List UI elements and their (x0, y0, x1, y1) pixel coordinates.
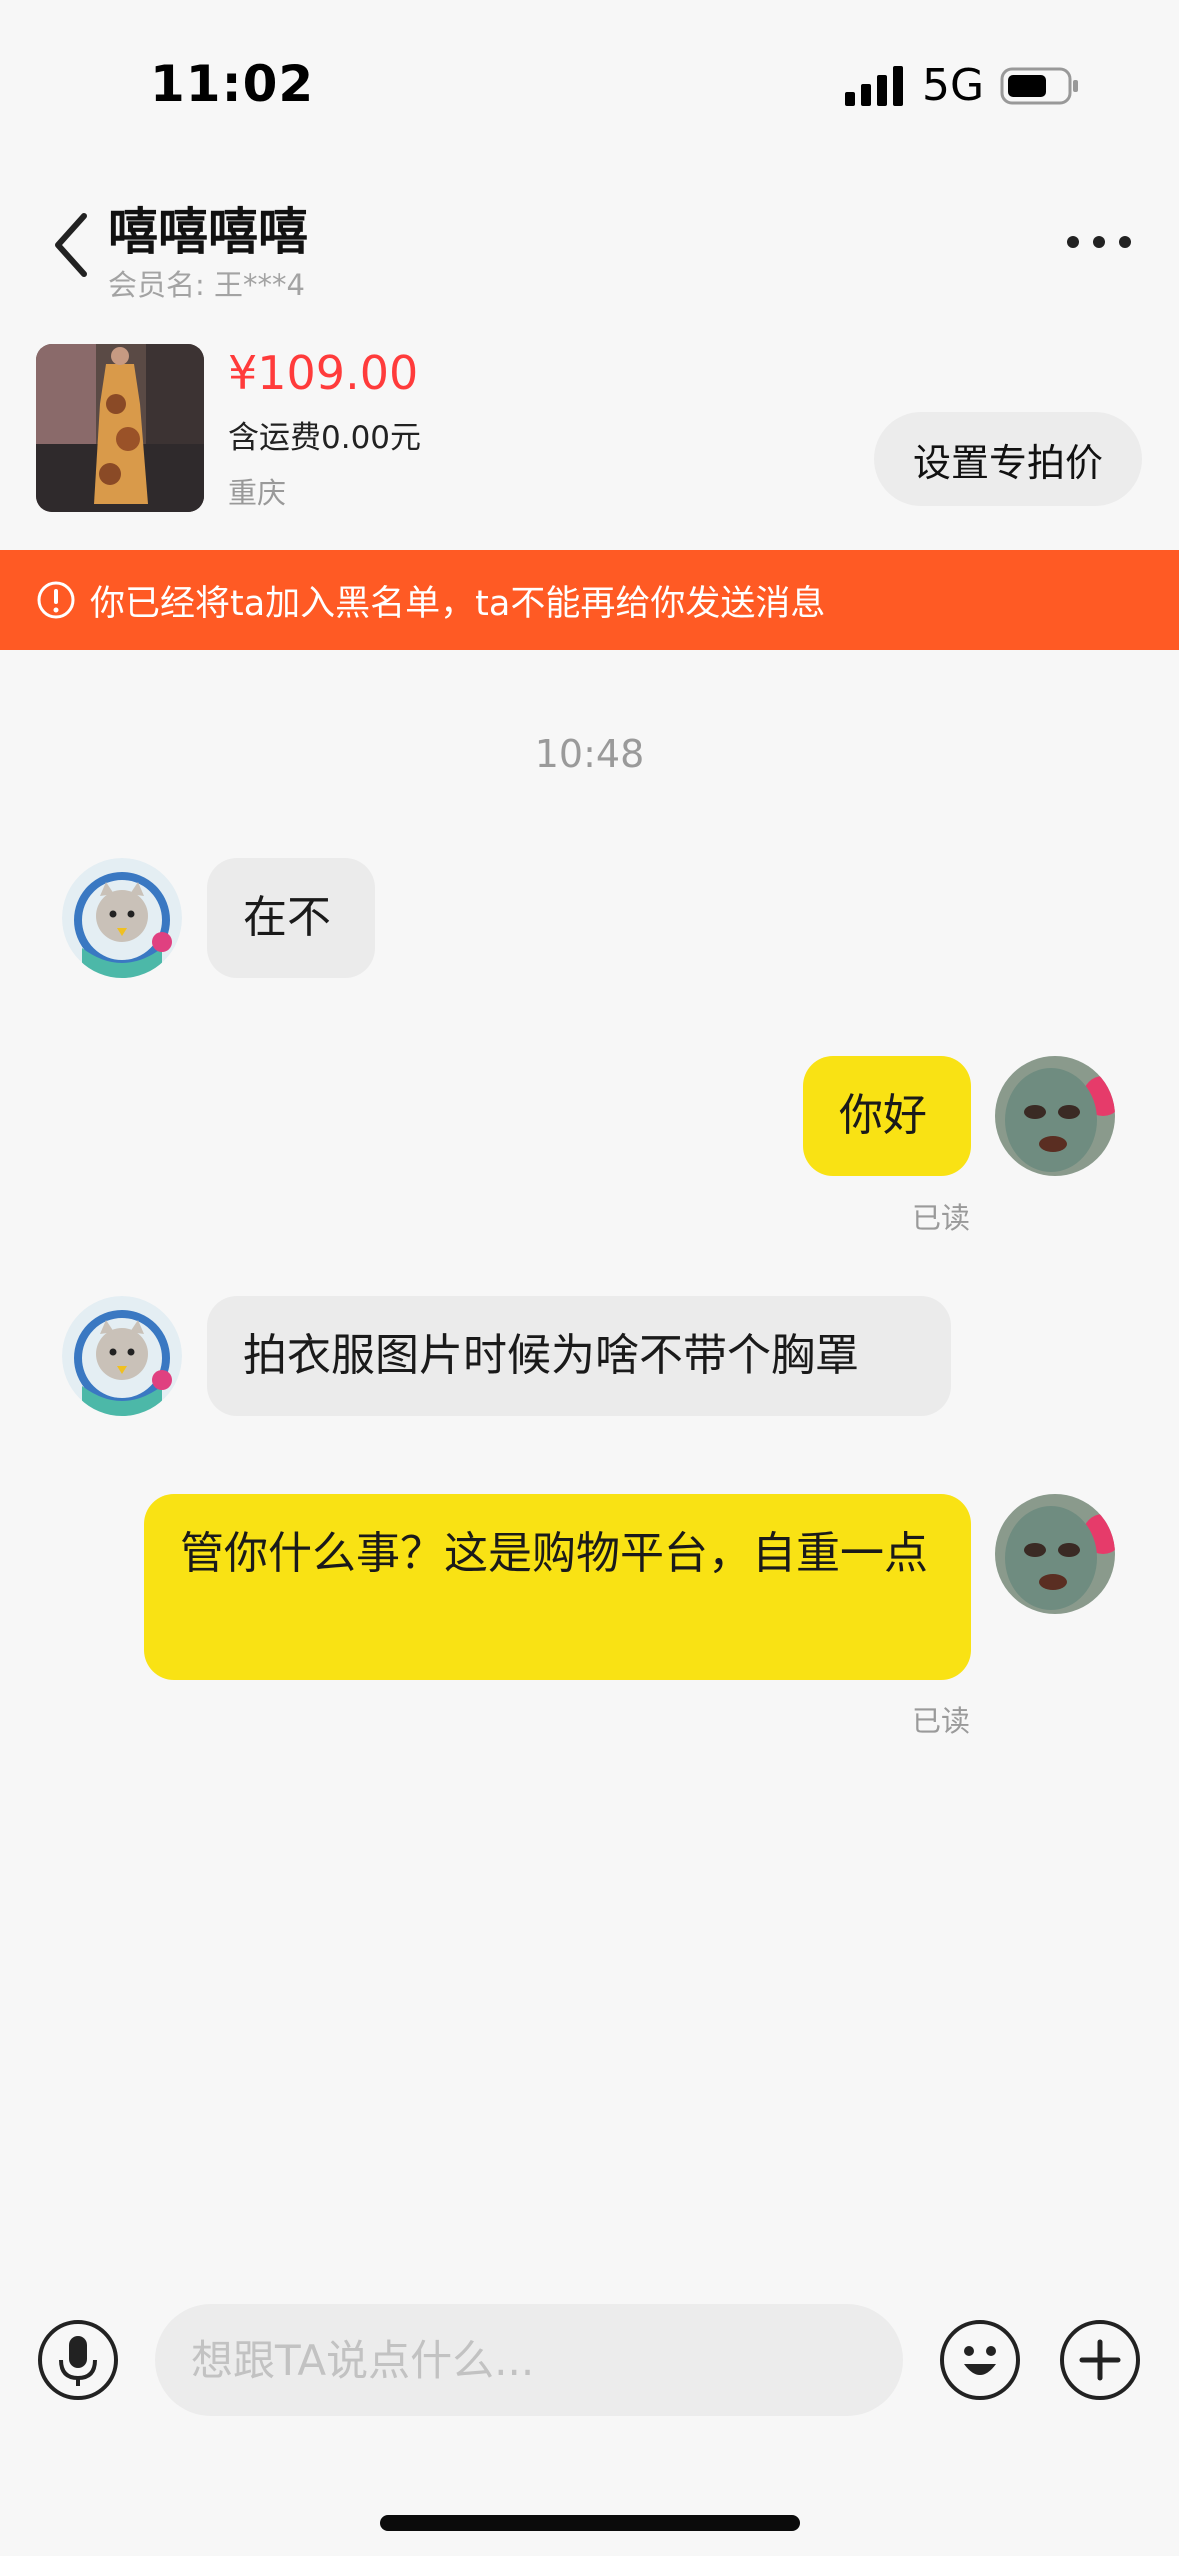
message-input[interactable] (155, 2304, 903, 2416)
member-info: 会员名: 王***4 (108, 262, 305, 304)
chat-timestamp: 10:48 (534, 732, 645, 776)
contact-avatar[interactable] (62, 858, 182, 978)
emoji-icon[interactable] (938, 2318, 1022, 2402)
battery-icon (1000, 67, 1078, 105)
message-bubble-outgoing: 你好 (803, 1056, 971, 1176)
blacklist-text: 你已经将ta加入黑名单，ta不能再给你发送消息 (90, 583, 826, 624)
message-bubble-outgoing: 管你什么事？这是购物平台，自重一点 (144, 1494, 971, 1680)
warning-icon (37, 581, 75, 619)
status-bar: 11:02 5G (0, 0, 1179, 170)
read-receipt: 已读 (912, 1704, 971, 1738)
back-icon[interactable] (52, 210, 92, 280)
my-avatar[interactable] (995, 1056, 1115, 1176)
shipping-fee: 含运费0.00元 (228, 420, 422, 456)
blacklist-banner: 你已经将ta加入黑名单，ta不能再给你发送消息 (0, 550, 1179, 650)
message-bubble-incoming: 在不 (207, 858, 375, 978)
microphone-icon[interactable] (36, 2318, 120, 2402)
read-receipt: 已读 (912, 1201, 971, 1235)
more-icon[interactable] (1065, 230, 1133, 254)
product-price: ¥109.00 (228, 346, 419, 400)
home-indicator[interactable] (380, 2515, 800, 2531)
product-card[interactable]: ¥109.00 含运费0.00元 重庆 设置专拍价 (0, 330, 1179, 530)
member-label: 会员名: (108, 268, 205, 302)
set-special-price-button[interactable]: 设置专拍价 (874, 412, 1142, 506)
message-bubble-incoming: 拍衣服图片时候为啥不带个胸罩 (207, 1296, 951, 1416)
product-location: 重庆 (228, 476, 287, 510)
input-bar (0, 2290, 1179, 2440)
my-avatar[interactable] (995, 1494, 1115, 1614)
product-thumbnail[interactable] (36, 344, 204, 512)
chat-header: 嘻嘻嘻嘻 会员名: 王***4 (0, 170, 1179, 320)
contact-avatar[interactable] (62, 1296, 182, 1416)
plus-icon[interactable] (1058, 2318, 1142, 2402)
contact-name: 嘻嘻嘻嘻 (108, 203, 308, 261)
member-value: 王***4 (214, 268, 305, 302)
signal-icon (845, 66, 903, 106)
network-label: 5G (922, 60, 985, 111)
status-time: 11:02 (150, 55, 315, 113)
chat-screen: 11:02 5G 嘻嘻嘻嘻 会员名: 王***4 ¥109.00 含运费0.00… (0, 0, 1179, 2556)
